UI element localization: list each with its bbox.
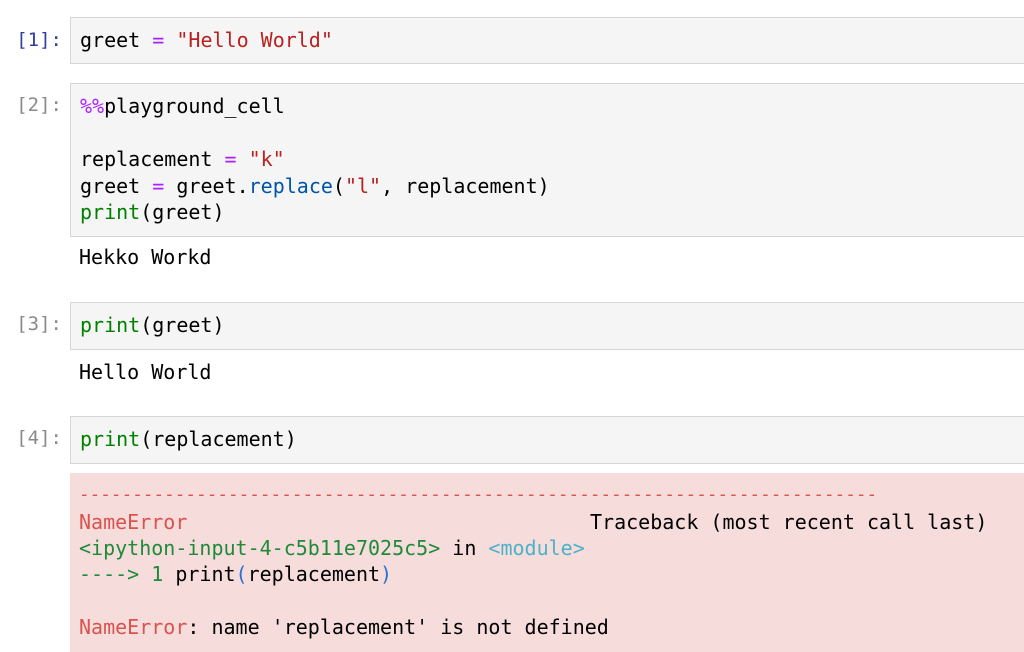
traceback-separator: ----------------------------------------… <box>79 485 878 505</box>
traceback-header: NameError <box>79 510 188 534</box>
cell-2-input[interactable]: %%playground_cell replacement = "k" gree… <box>70 83 1024 237</box>
cell-2-prompt: [2]: <box>16 94 62 116</box>
cell-4-prompt: [4]: <box>16 427 62 449</box>
cell-1-prompt: [1]: <box>16 29 62 51</box>
code-line: replacement = "k" <box>80 147 285 171</box>
code-line: print(replacement) <box>80 427 297 451</box>
cell-1-input[interactable]: greet = "Hello World" <box>70 17 1024 64</box>
code-line: print(greet) <box>80 200 225 224</box>
cell-4-input[interactable]: print(replacement) <box>70 416 1024 464</box>
cell-3-output: Hello World <box>79 360 212 384</box>
cell-2-output: Hekko Workd <box>79 245 212 269</box>
code-line: print(greet) <box>80 313 225 337</box>
code-line: greet = greet.replace("l", replacement) <box>80 174 550 198</box>
cell-4-error-output: ----------------------------------------… <box>70 473 1024 652</box>
code-line: %%playground_cell <box>80 94 285 118</box>
traceback-title: Traceback (most recent call last) <box>590 510 988 534</box>
traceback-arrow-line: ----> 1 print(replacement) <box>79 562 393 586</box>
cell-3-input[interactable]: print(greet) <box>70 302 1024 350</box>
error-message: NameError: name 'replacement' is not def… <box>79 615 609 639</box>
code-line: greet = "Hello World" <box>80 28 333 52</box>
traceback-location: <ipython-input-4-c5b11e7025c5> in <modul… <box>79 536 585 560</box>
cell-3-prompt: [3]: <box>16 313 62 335</box>
